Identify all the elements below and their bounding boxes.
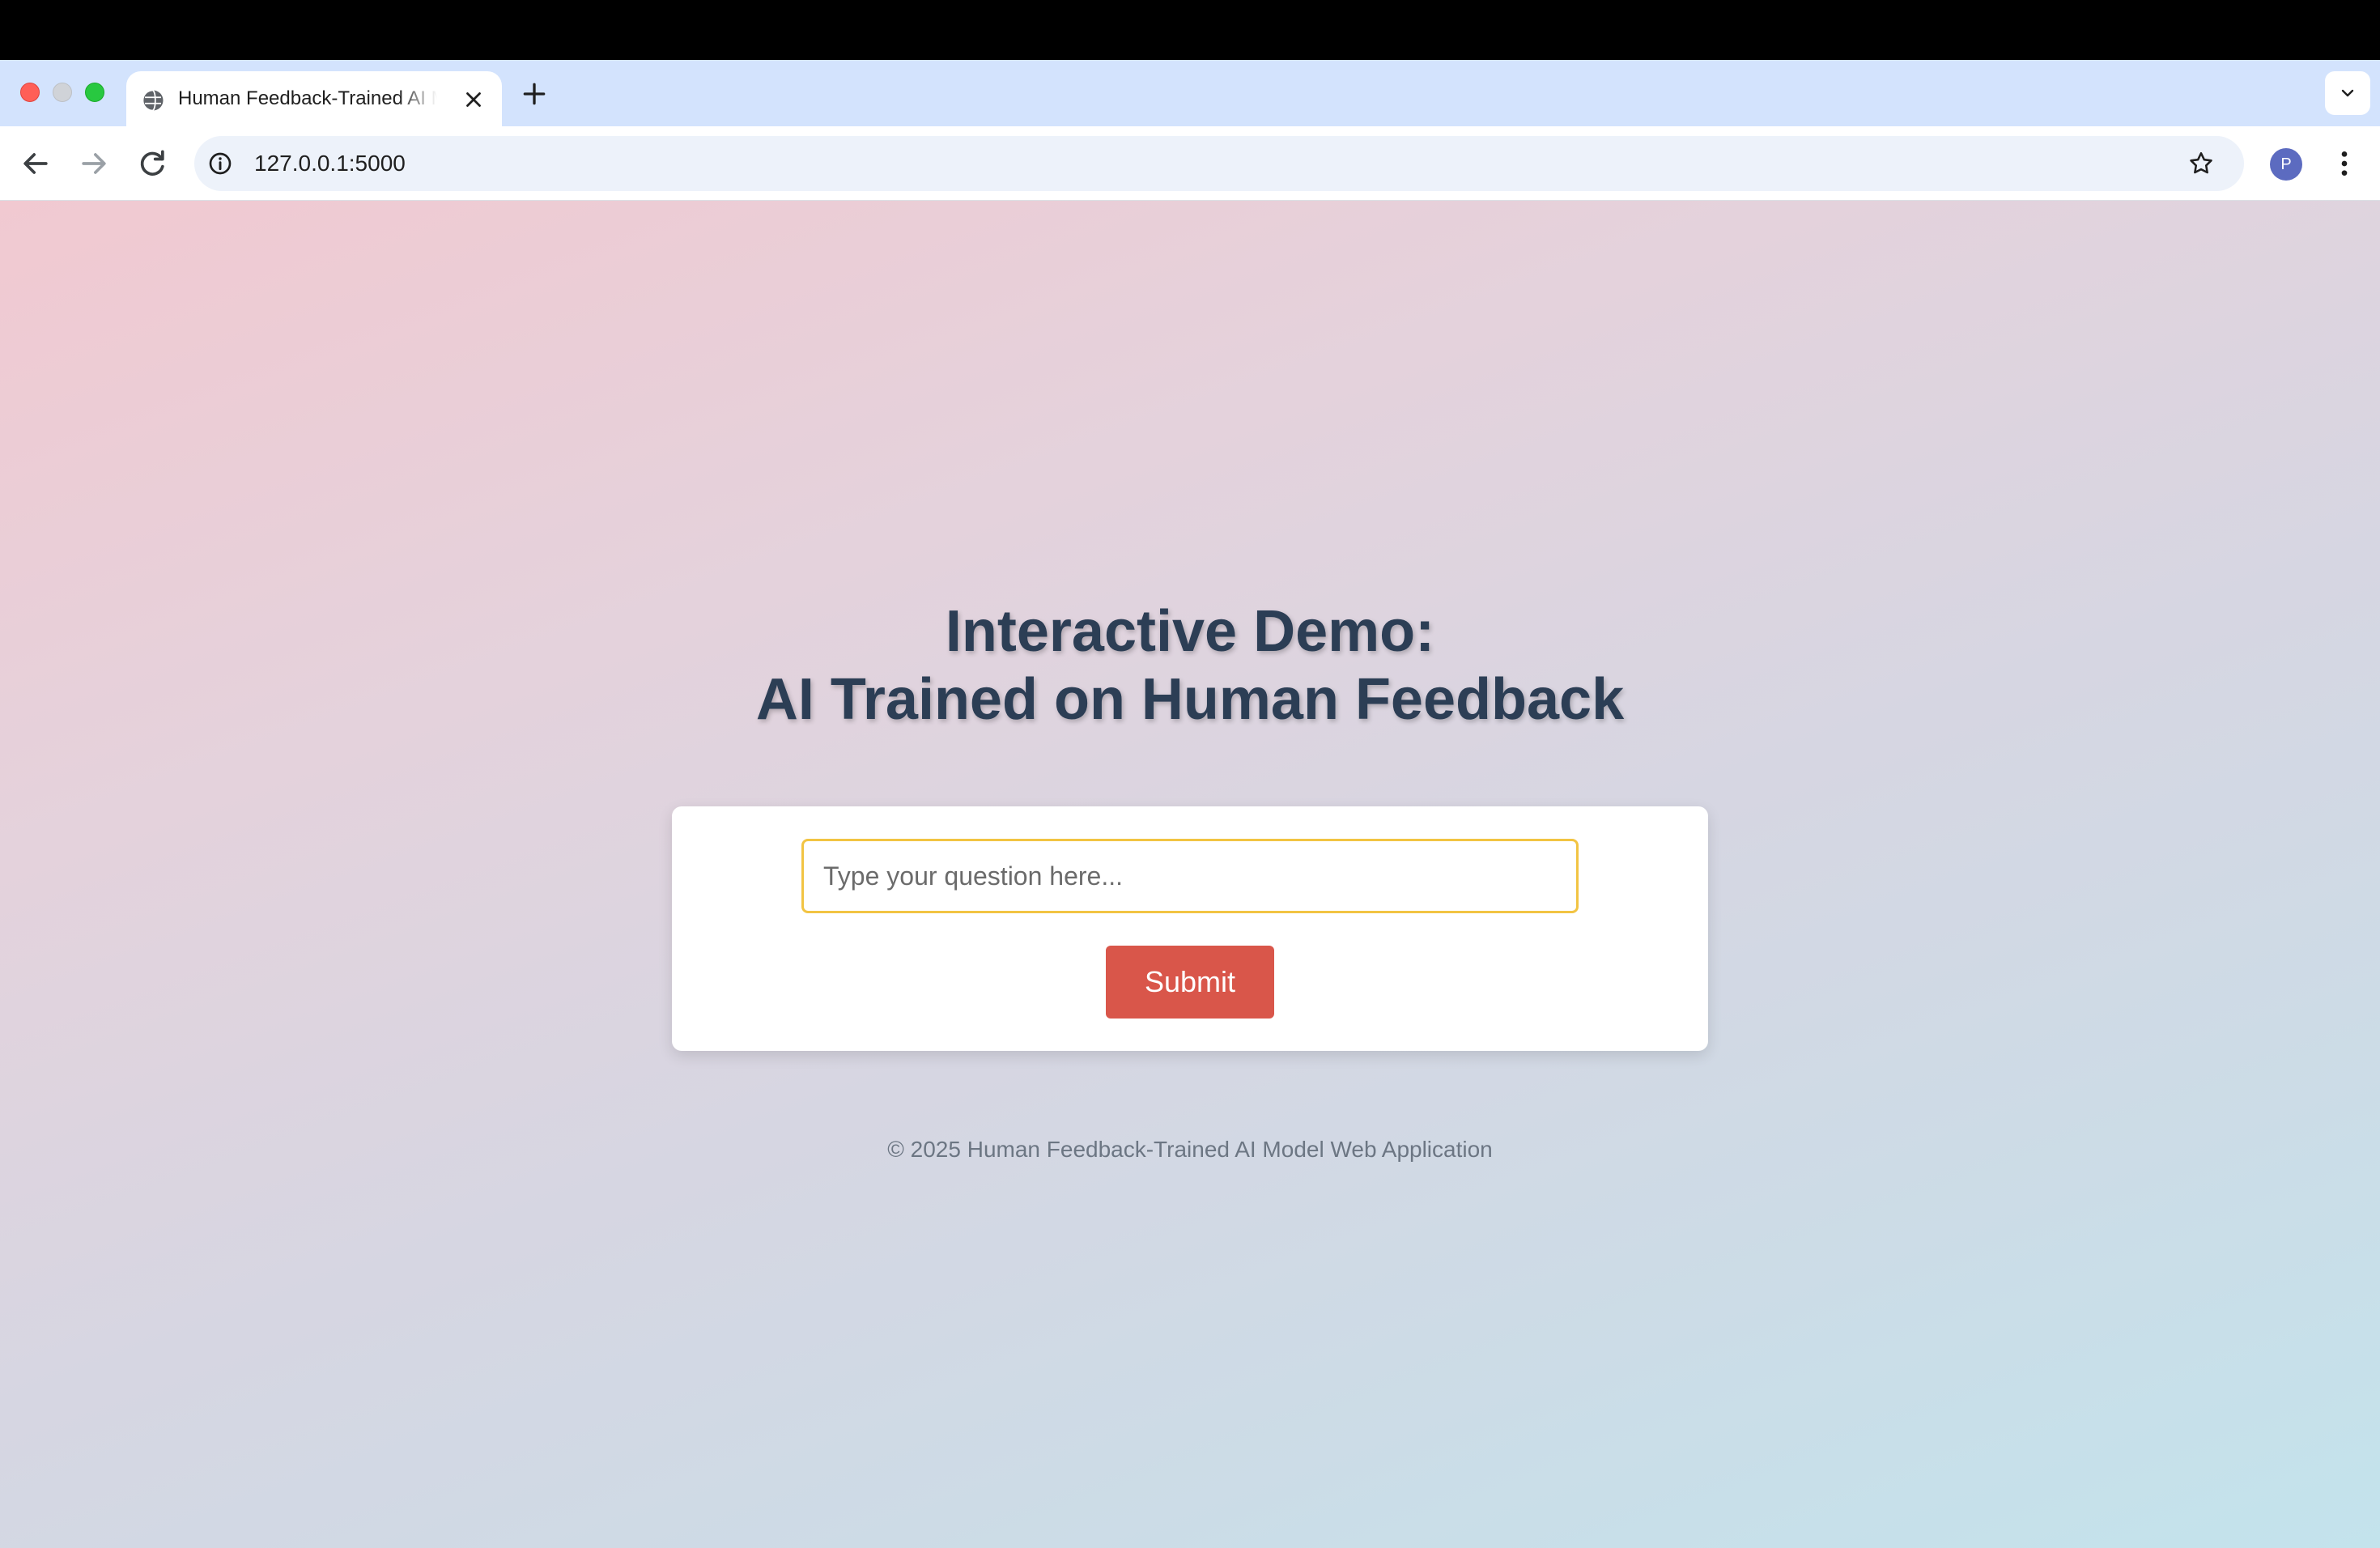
globe-icon [142,89,164,112]
close-icon[interactable] [461,87,486,112]
tab-search-button[interactable] [2325,71,2370,115]
url-text[interactable]: 127.0.0.1:5000 [254,136,406,191]
submit-button[interactable]: Submit [1106,946,1274,1019]
chevron-down-icon [2341,89,2354,97]
question-card: Submit [672,806,1708,1051]
footer-copyright: © 2025 Human Feedback-Trained AI Model W… [887,1137,1493,1162]
window-close-button[interactable] [20,83,40,102]
screen-top-bar [0,0,2380,60]
tab-active[interactable]: Human Feedback-Trained AI Model Web Appl… [126,71,502,126]
browser-toolbar: 127.0.0.1:5000 [0,126,2380,201]
address-bar[interactable]: 127.0.0.1:5000 [194,136,2244,191]
window-minimize-button[interactable] [53,83,72,102]
reload-icon[interactable] [134,146,170,181]
page-body: Interactive Demo: AI Trained on Human Fe… [0,201,2380,1548]
star-icon[interactable] [2187,150,2215,177]
plus-icon[interactable] [518,78,550,110]
avatar[interactable]: P [2270,148,2302,181]
tab-title: Human Feedback-Trained AI Model Web Appl… [178,87,437,109]
page-title-line2: AI Trained on Human Feedback [755,667,1625,732]
back-arrow-icon[interactable] [18,146,53,181]
question-input[interactable] [801,839,1579,913]
page-title-line1: Interactive Demo: [945,599,1435,664]
page-title: Interactive Demo: AI Trained on Human Fe… [0,598,2380,734]
forward-arrow-icon[interactable] [76,146,112,181]
more-vert-icon[interactable] [2328,147,2361,180]
info-icon[interactable] [207,151,233,176]
window-maximize-button[interactable] [85,83,104,102]
